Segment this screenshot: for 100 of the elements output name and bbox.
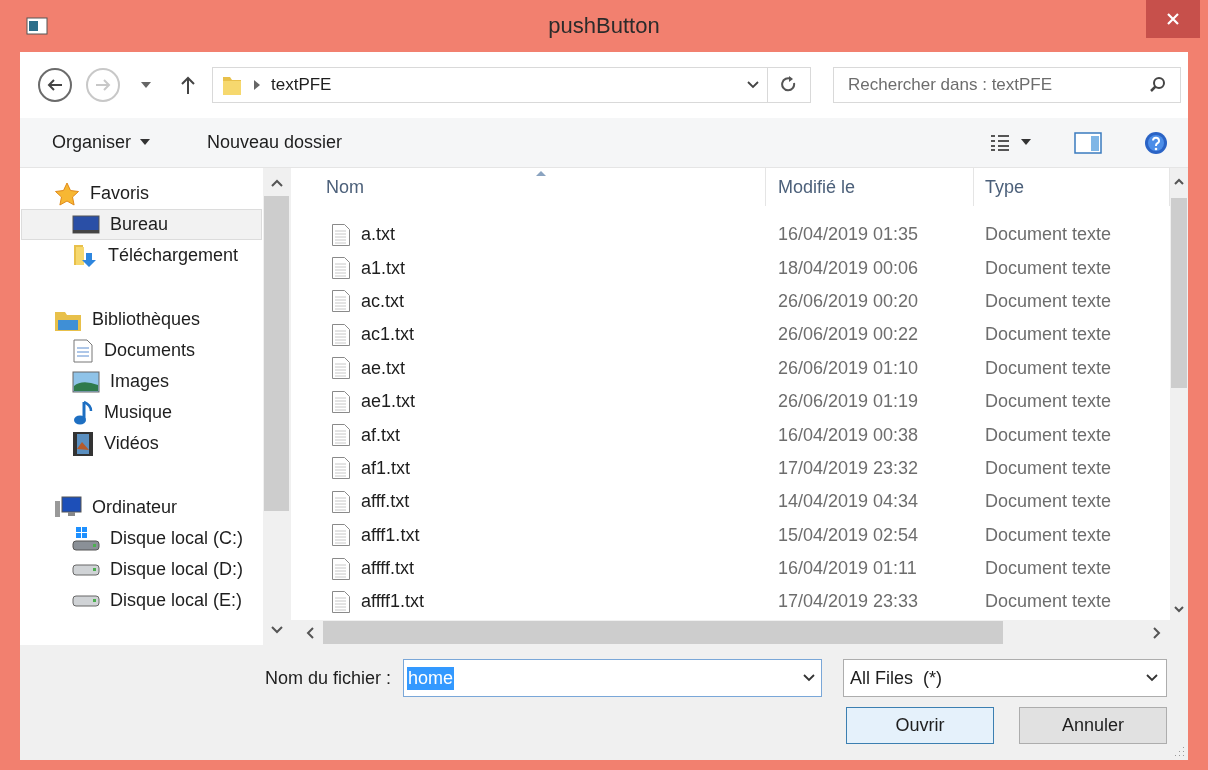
file-name[interactable]: ac.txt [361,290,404,312]
dropdown-caret-icon [747,81,759,89]
window-title: pushButton [548,13,660,39]
chevron-icon [253,80,261,90]
file-name[interactable]: af1.txt [361,457,411,479]
modified-date: 26/06/2019 01:19 [777,391,920,413]
left-arrow-icon [46,78,64,92]
sidebar-group[interactable]: Ordinateur [21,492,262,523]
resize-grip-icon [1173,745,1185,757]
file-icon [331,456,351,481]
file-type: Document texte [984,224,1113,246]
file-type: Document texte [984,391,1113,413]
sidebar-item[interactable]: Images [21,366,262,397]
file-icon [331,590,351,614]
close-button[interactable] [1146,0,1200,38]
music-note-icon [72,399,94,426]
sidebar-item[interactable]: Bureau [21,209,262,240]
file-type: Document texte [984,290,1113,312]
chevron-up-icon [1173,177,1185,186]
file-name[interactable]: ac1.txt [361,324,415,346]
file-icon [331,356,351,381]
file-icon [331,289,351,314]
help-icon [1144,130,1168,155]
drive-icon [72,593,100,608]
address-bar[interactable]: textPFE [212,67,768,103]
file-type: Document texte [984,591,1113,613]
sidebar-group[interactable]: Bibliothèques [21,304,262,335]
modified-date: 16/04/2019 01:35 [777,224,920,246]
sidebar-item[interactable]: Disque local (D:) [21,554,262,585]
column-header[interactable]: Nom [291,168,766,206]
sidebar-item[interactable]: Téléchargement [21,240,262,271]
cancel-button[interactable]: Annuler [1019,707,1167,744]
chevron-up-icon [269,178,284,188]
caret-icon [140,81,152,89]
file-name[interactable]: ae.txt [361,357,406,379]
column-header[interactable]: Modifié le [766,168,974,206]
file-type: Document texte [984,424,1113,446]
file-type: Document texte [984,491,1113,513]
sidebar-item[interactable]: Vidéos [21,428,262,459]
sidebar-item[interactable]: Disque local (C:) [21,523,262,554]
download-folder-icon [72,242,98,269]
file-name[interactable]: a1.txt [361,257,406,279]
caret-icon [1020,139,1032,146]
file-icon [331,556,351,581]
file-name[interactable]: afff1.txt [361,524,420,546]
file-type: Document texte [984,357,1113,379]
file-name[interactable]: affff.txt [361,558,415,580]
file-type-dropdown[interactable]: All Files (*) [843,659,1167,697]
modified-date: 16/04/2019 01:11 [777,558,918,580]
file-name[interactable]: affff1.txt [361,591,425,613]
right-arrow-icon [94,78,112,92]
window-icon [26,17,48,35]
file-name[interactable]: a.txt [361,224,395,246]
back-button[interactable] [38,68,72,102]
file-icon [331,489,351,514]
modified-date: 17/04/2019 23:32 [777,457,920,479]
filename-label: Nom du fichier : [264,667,391,689]
modified-date: 16/04/2019 00:38 [777,424,920,446]
horizontal-scrollbar[interactable] [291,620,1188,645]
chevron-down-icon [269,625,284,635]
sidebar-group[interactable]: Favoris [21,178,262,209]
chevron-right-icon [1152,625,1162,640]
file-icon [331,523,351,548]
dropdown-caret-icon [1146,674,1158,682]
organize-menu[interactable]: Organiser [42,126,162,159]
modified-date: 18/04/2019 00:06 [777,257,920,279]
new-folder-button[interactable]: Nouveau dossier [197,126,353,159]
file-type: Document texte [984,257,1113,279]
file-icon [331,222,351,247]
refresh-button[interactable] [768,67,811,103]
file-type: Document texte [984,324,1113,346]
open-button[interactable]: Ouvrir [846,707,994,744]
close-icon [1166,12,1180,26]
file-name[interactable]: af.txt [361,424,400,446]
sidebar-item[interactable]: Musique [21,397,262,428]
monitor-icon [72,214,100,235]
sidebar-item[interactable]: Documents [21,335,262,366]
file-name[interactable]: afff.txt [361,491,410,513]
drive-icon [72,525,100,552]
modified-date: 14/04/2019 04:34 [777,491,920,513]
up-arrow-icon [180,75,196,95]
sidebar-item[interactable]: Disque local (E:) [21,585,262,616]
file-icon [331,256,351,281]
file-type: Document texte [984,524,1113,546]
star-icon [54,181,80,206]
file-icon [331,389,351,414]
sidebar-scrollbar[interactable] [263,168,290,645]
file-icon [331,423,351,448]
dropdown-caret-icon [803,674,815,682]
file-name[interactable]: ae1.txt [361,391,416,413]
modified-date: 26/06/2019 00:20 [777,290,920,312]
list-view-icon [990,133,1010,152]
modified-date: 15/04/2019 02:54 [777,524,920,546]
file-type: Document texte [984,558,1113,580]
list-scrollbar[interactable] [1170,168,1188,620]
sort-arrow-icon [535,170,547,177]
breadcrumb[interactable]: textPFE [271,75,332,95]
search-icon [1149,76,1167,94]
search-field[interactable]: Rechercher dans : textPFE [833,67,1181,103]
refresh-icon [781,76,797,94]
